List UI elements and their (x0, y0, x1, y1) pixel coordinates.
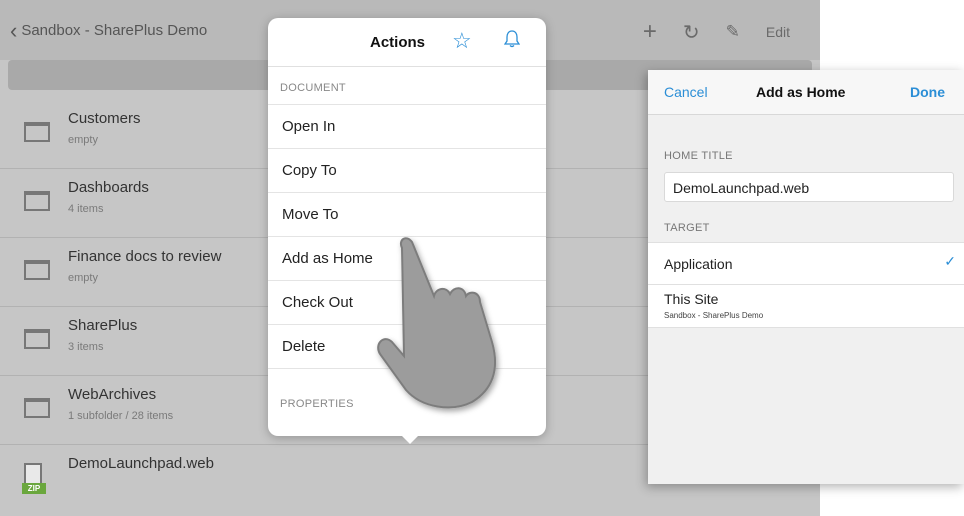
home-title-section: HOME TITLE (664, 150, 733, 162)
menu-item-label: Check Out (282, 294, 353, 311)
item-title: WebArchives (68, 386, 157, 403)
back-label: Sandbox - SharePlus Demo (21, 22, 208, 39)
target-this-site-row[interactable]: This Site Sandbox - SharePlus Demo (648, 284, 964, 328)
zip-file-icon: ZIP (22, 463, 46, 495)
item-subtitle: 3 items (68, 341, 104, 353)
document-icon (24, 463, 42, 485)
refresh-icon[interactable]: ↻ (683, 20, 700, 45)
plus-icon[interactable]: + (643, 18, 657, 46)
section-properties: PROPERTIES (280, 398, 354, 410)
menu-item-label: Open In (282, 118, 336, 135)
folder-icon (24, 398, 50, 418)
item-subtitle: 4 items (68, 203, 104, 215)
item-title: Finance docs to review (68, 248, 222, 265)
edit-button[interactable]: Edit (766, 24, 790, 40)
menu-item-label: Copy To (282, 162, 337, 179)
menu-item-open-in[interactable]: Open In (268, 104, 546, 148)
star-icon[interactable]: ☆ (452, 28, 472, 54)
checkmark-icon: ✓ (944, 253, 956, 269)
popover-header: Actions ☆ (268, 18, 546, 67)
folder-icon (24, 329, 50, 349)
done-button[interactable]: Done (910, 84, 945, 100)
pointing-hand-icon (377, 237, 497, 409)
popover-arrow (400, 434, 420, 444)
item-title: SharePlus (68, 317, 138, 334)
item-title: Customers (68, 110, 141, 127)
add-as-home-panel: Cancel Add as Home Done HOME TITLE DemoL… (648, 70, 964, 484)
target-section: TARGET (664, 222, 710, 234)
chevron-left-icon: ‹ (10, 17, 18, 43)
target-application-row[interactable]: Application ✓ (648, 242, 964, 284)
folder-icon (24, 122, 50, 142)
item-subtitle: empty (68, 272, 98, 284)
menu-item-copy-to[interactable]: Copy To (268, 148, 546, 192)
section-document: DOCUMENT (280, 82, 346, 94)
folder-icon (24, 191, 50, 211)
home-title-input[interactable]: DemoLaunchpad.web (664, 172, 954, 202)
this-site-label: This Site (664, 291, 719, 307)
item-subtitle: 1 subfolder / 28 items (68, 410, 174, 422)
this-site-subtitle: Sandbox - SharePlus Demo (664, 311, 764, 320)
home-title-value: DemoLaunchpad.web (673, 180, 810, 196)
cancel-button[interactable]: Cancel (664, 84, 708, 100)
bell-icon[interactable] (504, 30, 520, 48)
panel-header: Cancel Add as Home Done (648, 70, 964, 115)
toolbar: + ↻ ✎ Edit (617, 18, 790, 46)
wrench-icon[interactable]: ✎ (726, 22, 740, 42)
application-label: Application (664, 256, 733, 272)
back-button[interactable]: ‹ Sandbox - SharePlus Demo (10, 17, 208, 43)
menu-item-label: Delete (282, 338, 326, 355)
popover-title: Actions (370, 34, 426, 51)
panel-title: Add as Home (756, 84, 846, 100)
item-title: DemoLaunchpad.web (68, 455, 214, 472)
zip-badge: ZIP (22, 483, 46, 494)
menu-item-label: Move To (282, 206, 339, 223)
item-subtitle: empty (68, 134, 98, 146)
item-title: Dashboards (68, 179, 149, 196)
folder-icon (24, 260, 50, 280)
